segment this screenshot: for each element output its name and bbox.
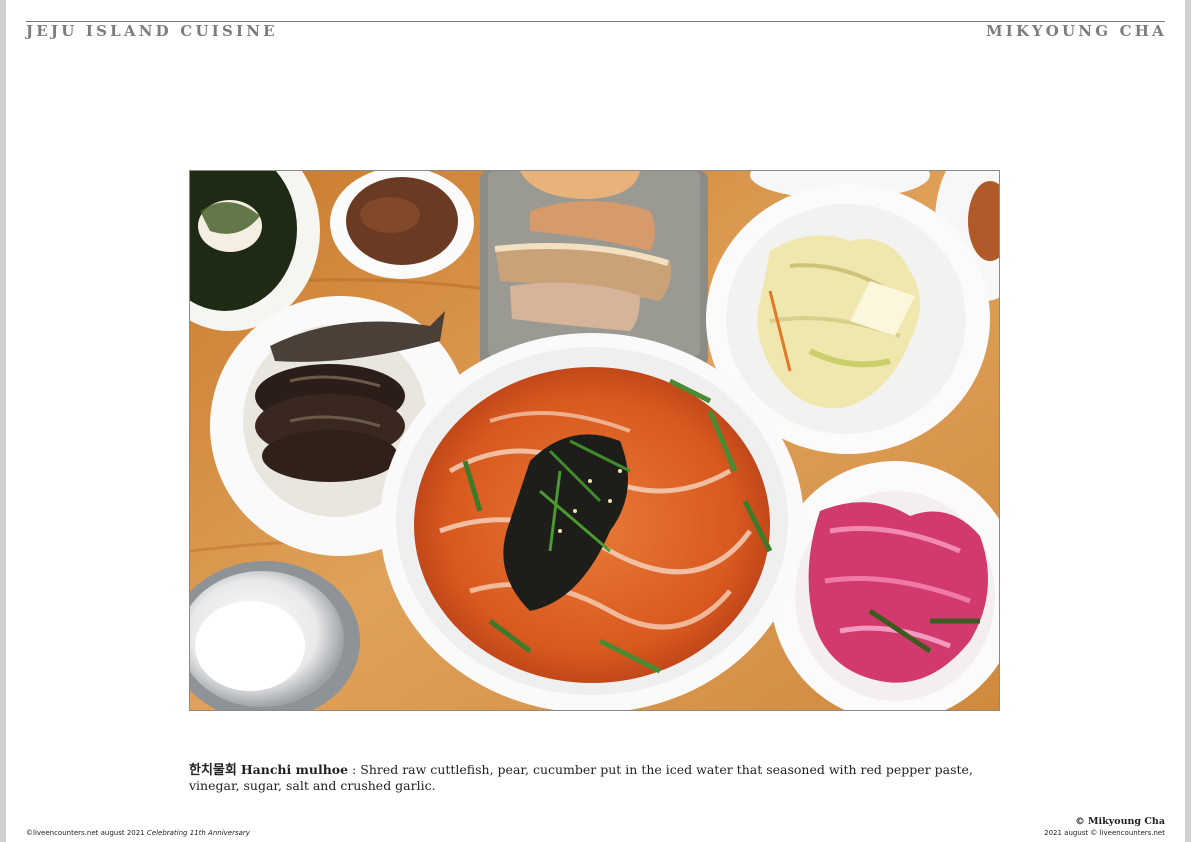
dish-name-korean: 한치물회 bbox=[189, 763, 237, 778]
noodle-bowl-icon bbox=[380, 333, 804, 710]
footer-copyright: ©liveencounters.net august 2021 bbox=[26, 829, 145, 837]
author-title: MIKYOUNG CHA bbox=[985, 22, 1167, 40]
caption-separator: : bbox=[348, 762, 361, 777]
photo-credit: © Mikyoung Cha bbox=[1075, 816, 1165, 827]
footer-anniversary: Celebrating 11th Anniversary bbox=[146, 829, 250, 837]
photo-caption: 한치물회 Hanchi mulhoe : Shred raw cuttlefis… bbox=[189, 762, 1009, 793]
footer-right: 2021 august © liveencounters.net bbox=[1044, 829, 1165, 837]
magazine-page: JEJU ISLAND CUISINE MIKYOUNG CHA 한치물회 Ha… bbox=[6, 0, 1185, 842]
sauce-bowl bbox=[330, 171, 474, 279]
section-title: JEJU ISLAND CUISINE bbox=[26, 22, 278, 40]
dish-name: Hanchi mulhoe bbox=[240, 762, 349, 777]
food-photo bbox=[189, 170, 1000, 711]
food-photo-illustration bbox=[190, 171, 999, 710]
footer-left: ©liveencounters.net august 2021 Celebrat… bbox=[26, 829, 250, 837]
